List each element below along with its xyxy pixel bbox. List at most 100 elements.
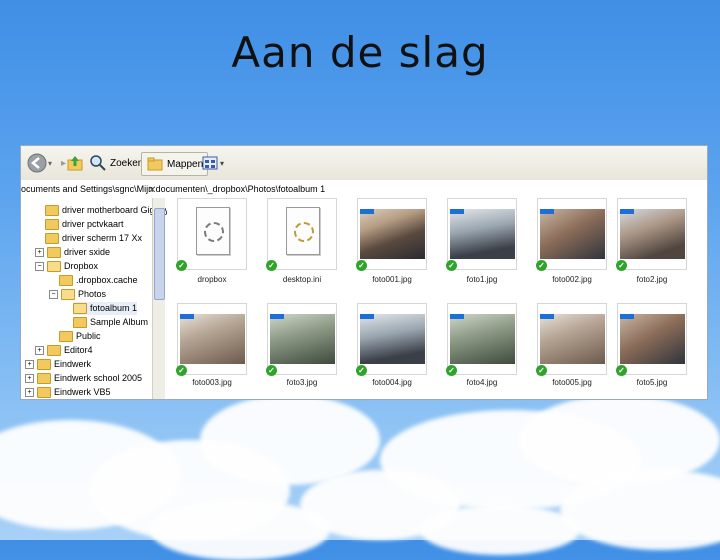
file-item[interactable]: ✓ foto4.jpg — [446, 303, 517, 387]
sync-check-icon: ✓ — [266, 260, 277, 271]
file-name: dropbox — [197, 275, 227, 284]
sync-check-icon: ✓ — [446, 365, 457, 376]
file-name: foto005.jpg — [552, 378, 592, 387]
photo-badge-icon — [450, 209, 464, 214]
address-path: ocuments and Settings\sgnc\Mijn document… — [21, 184, 326, 194]
views-icon — [202, 156, 218, 170]
tree-item[interactable]: + Eindwerk school 2005 — [25, 372, 142, 385]
tree-item[interactable]: Sample Album — [73, 316, 148, 329]
photo-badge-icon — [360, 209, 374, 214]
tree-item[interactable]: + Eindwerk VB5 — [25, 386, 111, 399]
tree-item-selected[interactable]: fotoalbum 1 — [73, 302, 138, 315]
sync-check-icon: ✓ — [176, 365, 187, 376]
file-item[interactable]: ✓ foto005.jpg — [536, 303, 607, 387]
explorer-window: ▾ ▸ Zoeken Mappen ▾ ocuments and Setting… — [20, 145, 708, 400]
slide-title: Aan de slag — [231, 28, 489, 77]
file-item[interactable]: ✓ foto002.jpg — [536, 198, 607, 284]
tree-item[interactable]: + Eindwerk — [25, 358, 91, 371]
file-name: foto2.jpg — [636, 275, 668, 284]
tree-item[interactable]: driver pctvkaart — [45, 218, 124, 231]
folder-icon — [59, 275, 73, 286]
tree-item[interactable]: driver scherm 17 Xx — [45, 232, 142, 245]
toolbar: ▾ ▸ Zoeken Mappen ▾ — [21, 146, 707, 181]
sync-check-icon: ✓ — [356, 365, 367, 376]
tree-item[interactable]: − Dropbox — [35, 260, 98, 273]
collapse-icon[interactable]: − — [35, 262, 44, 271]
file-view: ✓ dropbox ✓ desktop.ini ✓ foto001.jpg ✓ … — [167, 198, 707, 399]
folders-button[interactable]: Mappen — [141, 152, 209, 176]
sync-check-icon: ✓ — [356, 260, 367, 271]
sync-check-icon: ✓ — [176, 260, 187, 271]
folder-icon — [47, 345, 61, 356]
folder-icon — [37, 359, 51, 370]
folder-icon — [45, 219, 59, 230]
sync-check-icon: ✓ — [266, 365, 277, 376]
sync-check-icon: ✓ — [536, 365, 547, 376]
tree-item[interactable]: .dropbox.cache — [59, 274, 138, 287]
expand-icon[interactable]: + — [35, 346, 44, 355]
folder-tree: driver motherboard Gigaby driver pctvkaa… — [21, 198, 168, 399]
file-item[interactable]: ✓ foto5.jpg — [616, 303, 687, 387]
folder-open-icon — [47, 261, 61, 272]
scrollbar-thumb[interactable] — [154, 208, 165, 300]
file-item[interactable]: ✓ foto2.jpg — [616, 198, 687, 284]
expand-icon[interactable]: + — [35, 248, 44, 257]
file-thumbnail — [267, 303, 337, 375]
folder-icon — [147, 157, 163, 171]
folder-open-icon — [61, 289, 75, 300]
file-thumbnail — [537, 198, 607, 270]
up-folder-button[interactable] — [65, 152, 85, 174]
folder-open-icon — [73, 303, 87, 314]
address-bar[interactable]: ocuments and Settings\sgnc\Mijn document… — [21, 180, 707, 199]
search-button-label: Zoeken — [110, 157, 144, 169]
file-thumbnail — [357, 303, 427, 375]
ini-file-icon — [294, 222, 314, 242]
expand-icon[interactable]: + — [25, 374, 34, 383]
file-item[interactable]: ✓ foto003.jpg — [176, 303, 247, 387]
file-name: foto001.jpg — [372, 275, 412, 284]
search-button[interactable]: Zoeken — [89, 152, 143, 174]
file-name: foto3.jpg — [286, 378, 318, 387]
photo-badge-icon — [620, 209, 634, 214]
file-thumbnail — [177, 198, 247, 270]
views-button[interactable]: ▾ — [201, 152, 224, 174]
sync-check-icon: ✓ — [446, 260, 457, 271]
photo-badge-icon — [540, 314, 554, 319]
photo-badge-icon — [540, 209, 554, 214]
expand-icon[interactable]: + — [25, 388, 34, 397]
tree-item[interactable]: Public — [59, 330, 101, 343]
folder-icon — [59, 331, 73, 342]
expand-icon[interactable]: + — [25, 360, 34, 369]
tree-item[interactable]: driver motherboard Gigaby — [45, 204, 167, 217]
photo-badge-icon — [270, 314, 284, 319]
file-item[interactable]: ✓ dropbox — [176, 198, 247, 284]
close-pane-icon[interactable]: ✕ — [148, 185, 156, 196]
file-name: foto4.jpg — [466, 378, 498, 387]
file-name: foto1.jpg — [466, 275, 498, 284]
file-thumbnail — [447, 303, 517, 375]
tree-item[interactable]: + driver sxide — [35, 246, 110, 259]
file-name: foto003.jpg — [192, 378, 232, 387]
search-icon — [90, 155, 106, 171]
tree-scrollbar[interactable] — [152, 198, 165, 399]
chevron-down-icon: ▾ — [220, 158, 225, 168]
file-item[interactable]: ✓ foto3.jpg — [266, 303, 337, 387]
file-name: foto002.jpg — [552, 275, 592, 284]
back-arrow-icon — [27, 153, 47, 173]
file-thumbnail — [617, 303, 687, 375]
back-button[interactable]: ▾ — [27, 152, 52, 174]
file-thumbnail — [447, 198, 517, 270]
file-item[interactable]: ✓ foto1.jpg — [446, 198, 517, 284]
folder-icon — [45, 233, 59, 244]
sync-check-icon: ✓ — [536, 260, 547, 271]
file-thumbnail — [537, 303, 607, 375]
tree-item[interactable]: − Photos — [49, 288, 106, 301]
tree-item[interactable]: + Editor4 — [35, 344, 93, 357]
file-item[interactable]: ✓ desktop.ini — [266, 198, 337, 284]
photo-badge-icon — [180, 314, 194, 319]
file-thumbnail — [617, 198, 687, 270]
file-item[interactable]: ✓ foto001.jpg — [356, 198, 427, 284]
folder-icon — [73, 317, 87, 328]
collapse-icon[interactable]: − — [49, 290, 58, 299]
file-item[interactable]: ✓ foto004.jpg — [356, 303, 427, 387]
